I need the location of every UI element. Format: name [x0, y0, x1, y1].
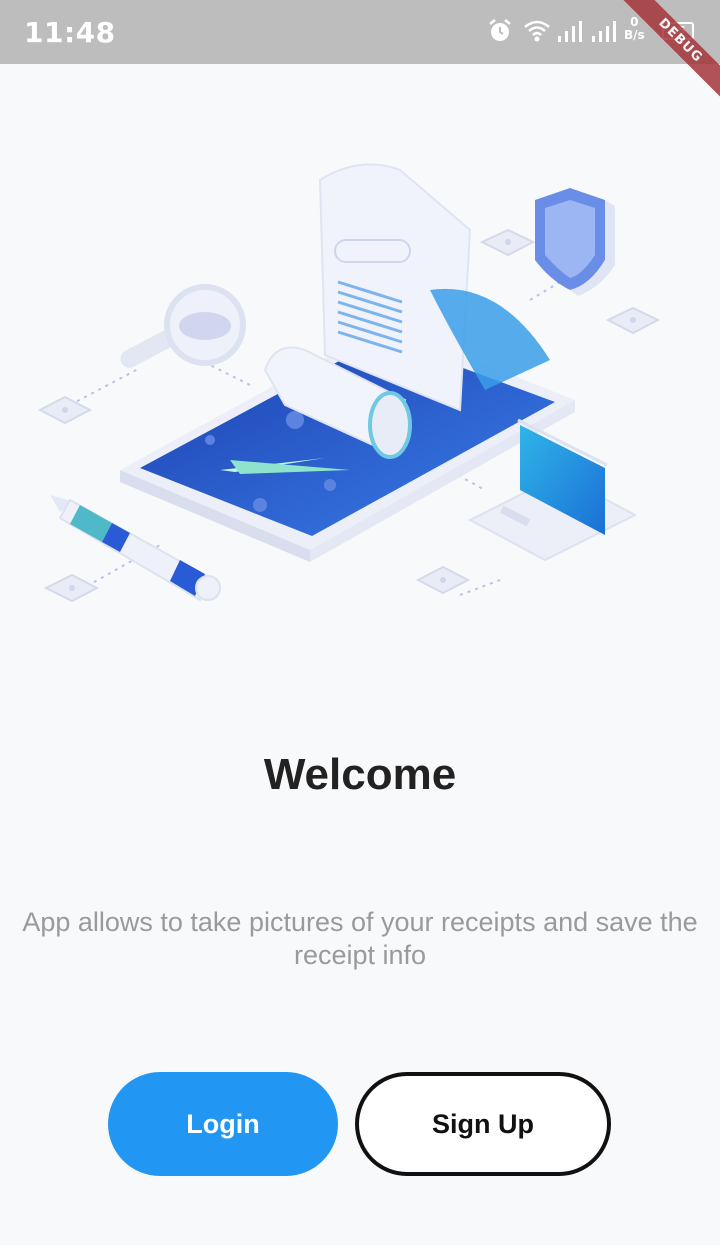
login-button[interactable]: Login — [108, 1072, 338, 1176]
welcome-title: Welcome — [263, 750, 457, 799]
welcome-description: App allows to take pictures of your rece… — [22, 907, 698, 970]
signup-button[interactable]: Sign Up — [355, 1072, 611, 1176]
status-bar: 11:48 0 B/s 85 — [0, 0, 720, 64]
alarm-icon — [489, 19, 511, 41]
signal-icon — [592, 21, 616, 42]
network-speed-unit: B/s — [624, 28, 645, 42]
wifi-icon — [524, 20, 550, 42]
signal-icon — [558, 21, 582, 42]
network-speed: 0 B/s — [624, 16, 645, 42]
hero-illustration — [37, 163, 661, 603]
status-time: 11:48 — [24, 16, 116, 49]
